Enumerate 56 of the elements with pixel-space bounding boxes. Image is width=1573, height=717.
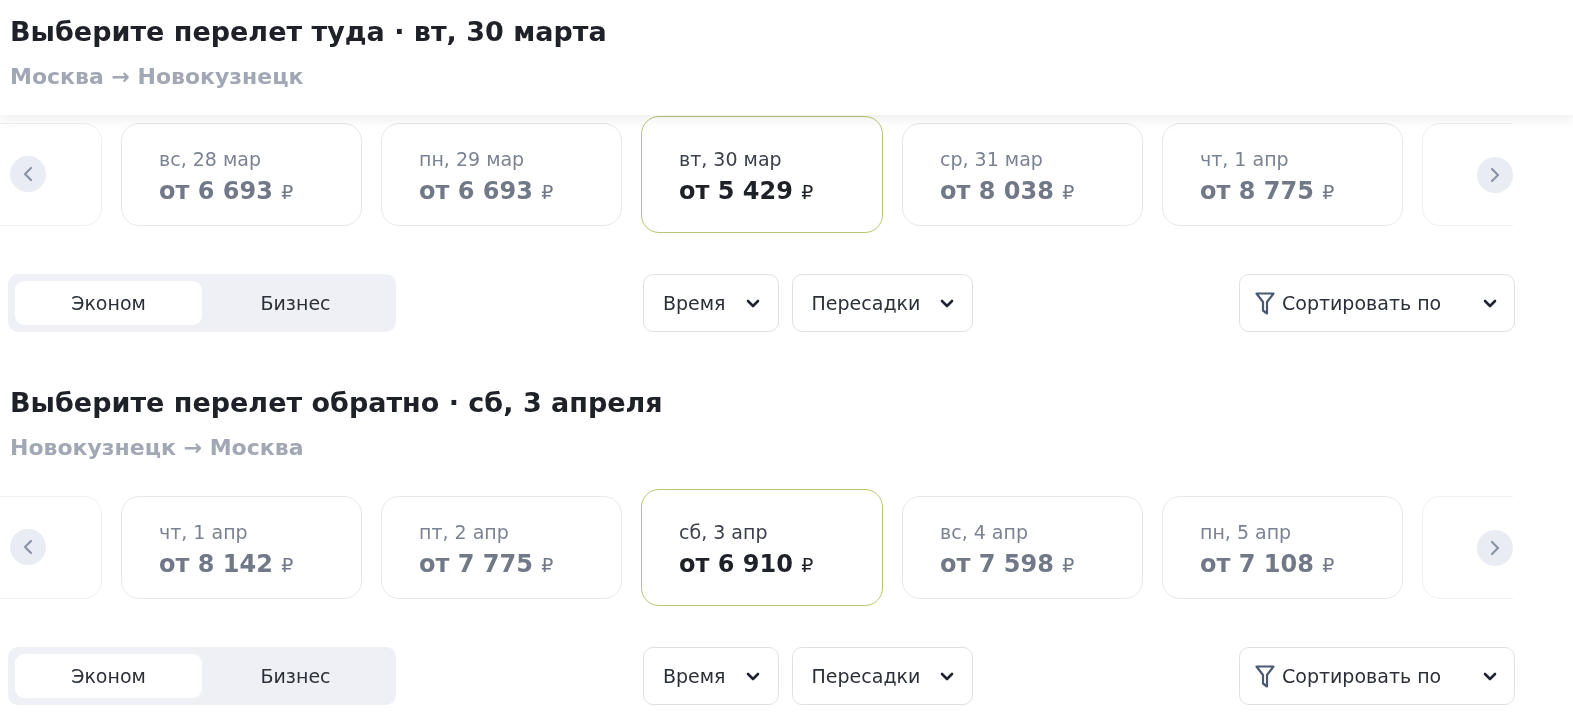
chevron-right-icon — [1490, 167, 1500, 183]
date-card[interactable]: пн, 5 апр от 7 108 ₽ — [1162, 496, 1403, 599]
chevron-down-icon — [745, 298, 760, 308]
date-card[interactable]: вт, 30 мар от 5 429 ₽ — [641, 116, 883, 233]
cabin-class-tab[interactable]: Бизнес — [202, 281, 389, 325]
filter-dropdown[interactable]: Время — [643, 647, 779, 705]
price-text: от 8 038 ₽ — [940, 176, 1075, 207]
date-label: пт, 2 апр — [419, 520, 509, 544]
filter-dropdown[interactable]: Пересадки — [791, 647, 974, 705]
date-card[interactable]: ср, 31 мар от 8 038 ₽ — [902, 123, 1143, 226]
chevron-left-icon — [23, 539, 33, 555]
price-text: от 5 429 ₽ — [679, 176, 814, 207]
sort-dropdown[interactable]: Сортировать по — [1239, 274, 1515, 332]
price-text: от 6 693 ₽ — [159, 176, 294, 207]
filter-dropdown[interactable]: Время — [643, 274, 779, 332]
date-label: чт, 1 апр — [159, 520, 248, 544]
cabin-class-tab[interactable]: Эконом — [15, 654, 202, 698]
date-card[interactable]: чт, 1 апр от 8 142 ₽ — [121, 496, 362, 599]
price-text: от 6 693 ₽ — [419, 176, 554, 207]
section-title: Выберите перелет туда · вт, 30 марта — [10, 15, 607, 49]
cabin-class-tab[interactable]: Бизнес — [202, 654, 389, 698]
date-label: пн, 29 мар — [419, 147, 525, 171]
date-label: чт, 1 апр — [1200, 147, 1289, 171]
section-title: Выберите перелет обратно · сб, 3 апреля — [10, 386, 663, 420]
date-card[interactable]: вс, 4 апр от 7 598 ₽ — [902, 496, 1143, 599]
chevron-down-icon — [940, 298, 955, 308]
chevron-left-icon — [23, 166, 33, 182]
price-text: от 8 142 ₽ — [159, 549, 294, 580]
date-label: пн, 5 апр — [1200, 520, 1292, 544]
price-text: от 7 108 ₽ — [1200, 549, 1335, 580]
date-card[interactable]: пт, 2 апр от 7 775 ₽ — [381, 496, 622, 599]
chevron-down-icon — [1483, 671, 1497, 681]
cabin-class-tab[interactable]: Эконом — [15, 281, 202, 325]
date-label: вт, 30 мар — [679, 147, 782, 171]
date-card[interactable]: вс, 28 мар от 6 693 ₽ — [121, 123, 362, 226]
route-text: Новокузнецк → Москва — [10, 434, 304, 462]
price-text: от 7 598 ₽ — [940, 549, 1075, 580]
filter-dropdown[interactable]: Пересадки — [791, 274, 974, 332]
date-card[interactable]: сб, 3 апр от 6 910 ₽ — [641, 489, 883, 606]
filter-icon — [1255, 291, 1275, 315]
chevron-down-icon — [1483, 298, 1497, 308]
price-text: от 7 775 ₽ — [419, 549, 554, 580]
chevron-down-icon — [745, 671, 760, 681]
date-label: ср, 31 мар — [940, 147, 1043, 171]
date-label: сб, 3 апр — [679, 520, 768, 544]
date-label: вс, 28 мар — [159, 147, 261, 171]
date-label: вс, 4 апр — [940, 520, 1028, 544]
chevron-down-icon — [940, 671, 955, 681]
sort-dropdown[interactable]: Сортировать по — [1239, 647, 1515, 705]
filter-icon — [1255, 664, 1275, 688]
route-text: Москва → Новокузнецк — [10, 63, 304, 91]
price-text: от 8 775 ₽ — [1200, 176, 1335, 207]
chevron-right-icon — [1490, 540, 1500, 556]
date-card[interactable]: чт, 1 апр от 8 775 ₽ — [1162, 123, 1403, 226]
price-text: от 6 910 ₽ — [679, 549, 814, 580]
date-card[interactable]: пн, 29 мар от 6 693 ₽ — [381, 123, 622, 226]
